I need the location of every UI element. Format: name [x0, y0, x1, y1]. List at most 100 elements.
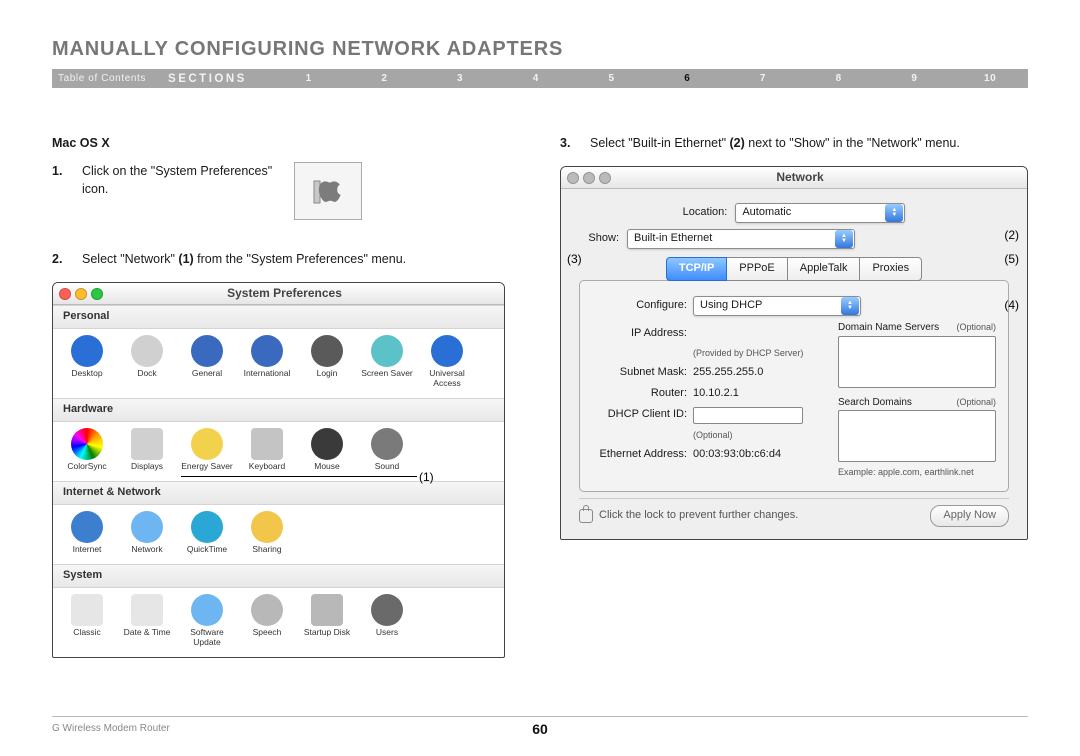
- step2-num: 2.: [52, 250, 82, 268]
- sp-item[interactable]: Date & Time: [119, 594, 175, 647]
- software-update-icon: [191, 594, 223, 626]
- sp-item[interactable]: ColorSync: [59, 428, 115, 471]
- sp-item-label: Login: [299, 369, 355, 378]
- close-icon[interactable]: [567, 172, 579, 184]
- sp-item[interactable]: Internet: [59, 511, 115, 554]
- sp-item[interactable]: Desktop: [59, 335, 115, 388]
- nav-4[interactable]: 4: [498, 73, 574, 84]
- lock-text: Click the lock to prevent further change…: [599, 508, 798, 524]
- sp-item-label: Displays: [119, 462, 175, 471]
- sp-item-label: Desktop: [59, 369, 115, 378]
- network-icon: [131, 511, 163, 543]
- tcpip-panel: Configure: Using DHCP▲▼ IP Address:: [579, 280, 1009, 492]
- toc-label[interactable]: Table of Contents: [52, 73, 160, 84]
- callout-label-1: (1): [419, 469, 434, 486]
- sp-item[interactable]: Mouse: [299, 428, 355, 471]
- sharing-icon: [251, 511, 283, 543]
- page-footer: G Wireless Modem Router 60: [52, 716, 1028, 734]
- sp-item[interactable]: Screen Saver: [359, 335, 415, 388]
- sp-item-label: Mouse: [299, 462, 355, 471]
- search-textarea[interactable]: [838, 410, 996, 462]
- callout-4: (4): [1004, 297, 1019, 314]
- step3-num: 3.: [560, 134, 590, 152]
- nav-9[interactable]: 9: [877, 73, 953, 84]
- sections-label: SECTIONS: [160, 73, 271, 85]
- sp-item[interactable]: Dock: [119, 335, 175, 388]
- subnet-value: 255.255.255.0: [693, 365, 763, 381]
- sp-item[interactable]: Sound: [359, 428, 415, 471]
- page-title: MANUALLY CONFIGURING NETWORK ADAPTERS: [52, 38, 1028, 61]
- dhcp-input[interactable]: [693, 407, 803, 424]
- classic-icon: [71, 594, 103, 626]
- users-icon: [371, 594, 403, 626]
- sp-item-label: Users: [359, 628, 415, 637]
- nav-10[interactable]: 10: [952, 73, 1028, 84]
- sp-item[interactable]: Energy Saver: [179, 428, 235, 471]
- sp-item[interactable]: Software Update: [179, 594, 235, 647]
- nav-1[interactable]: 1: [271, 73, 347, 84]
- router-value: 10.10.2.1: [693, 386, 739, 402]
- dns-textarea[interactable]: [838, 336, 996, 388]
- sp-section-heading: Internet & Network: [53, 481, 504, 505]
- sp-item-label: Date & Time: [119, 628, 175, 637]
- system-preferences-window: System Preferences PersonalDesktopDockGe…: [52, 282, 505, 658]
- tab-tcpip[interactable]: TCP/IP: [666, 257, 727, 281]
- dns-label: Domain Name Servers: [838, 321, 939, 336]
- tab-appletalk[interactable]: AppleTalk: [788, 257, 861, 281]
- sp-item[interactable]: Sharing: [239, 511, 295, 554]
- sp-item[interactable]: Universal Access: [419, 335, 475, 388]
- router-label: Router:: [592, 386, 687, 402]
- sp-item-label: Software Update: [179, 628, 235, 647]
- nav-3[interactable]: 3: [422, 73, 498, 84]
- sp-item[interactable]: Displays: [119, 428, 175, 471]
- chevron-updown-icon: ▲▼: [841, 297, 859, 315]
- sp-item[interactable]: Speech: [239, 594, 295, 647]
- desktop-icon: [71, 335, 103, 367]
- sp-item[interactable]: Users: [359, 594, 415, 647]
- sp-item-label: ColorSync: [59, 462, 115, 471]
- displays-icon: [131, 428, 163, 460]
- sp-item[interactable]: QuickTime: [179, 511, 235, 554]
- sp-item-label: Screen Saver: [359, 369, 415, 378]
- universal-access-icon: [431, 335, 463, 367]
- energy-saver-icon: [191, 428, 223, 460]
- configure-select[interactable]: Using DHCP▲▼: [693, 296, 861, 316]
- screen-saver-icon: [371, 335, 403, 367]
- location-select[interactable]: Automatic▲▼: [735, 203, 905, 223]
- sp-item[interactable]: International: [239, 335, 295, 388]
- step3-text: Select "Built-in Ethernet" (2) next to "…: [590, 134, 1028, 152]
- sp-item[interactable]: Classic: [59, 594, 115, 647]
- nav-6[interactable]: 6: [649, 73, 725, 84]
- sp-item[interactable]: General: [179, 335, 235, 388]
- network-window: Network Location: Automatic▲▼ Show: Buil…: [560, 166, 1028, 540]
- callout-2: (2): [1004, 227, 1019, 244]
- sp-item[interactable]: Keyboard: [239, 428, 295, 471]
- nav-2[interactable]: 2: [347, 73, 423, 84]
- sp-item[interactable]: Network: [119, 511, 175, 554]
- callout-5: (5): [1004, 251, 1019, 268]
- show-select[interactable]: Built-in Ethernet▲▼: [627, 229, 855, 249]
- nav-7[interactable]: 7: [725, 73, 801, 84]
- lock-icon[interactable]: [579, 509, 593, 523]
- sp-item[interactable]: Startup Disk: [299, 594, 355, 647]
- nav-5[interactable]: 5: [574, 73, 650, 84]
- sp-section-heading: System: [53, 564, 504, 588]
- close-icon[interactable]: [59, 288, 71, 300]
- tab-pppoe[interactable]: PPPoE: [727, 257, 787, 281]
- apple-icon: [294, 162, 362, 220]
- sp-item-label: Startup Disk: [299, 628, 355, 637]
- os-heading: Mac OS X: [52, 134, 518, 152]
- quicktime-icon: [191, 511, 223, 543]
- configure-label: Configure:: [592, 298, 687, 314]
- sp-item-label: Internet: [59, 545, 115, 554]
- search-label: Search Domains: [838, 396, 912, 411]
- apply-button[interactable]: Apply Now: [930, 505, 1009, 527]
- nav-8[interactable]: 8: [801, 73, 877, 84]
- tab-proxies[interactable]: Proxies: [860, 257, 922, 281]
- sp-item[interactable]: Login: [299, 335, 355, 388]
- titlebar: System Preferences: [53, 283, 504, 305]
- sound-icon: [371, 428, 403, 460]
- international-icon: [251, 335, 283, 367]
- internet-icon: [71, 511, 103, 543]
- sp-item-label: Sharing: [239, 545, 295, 554]
